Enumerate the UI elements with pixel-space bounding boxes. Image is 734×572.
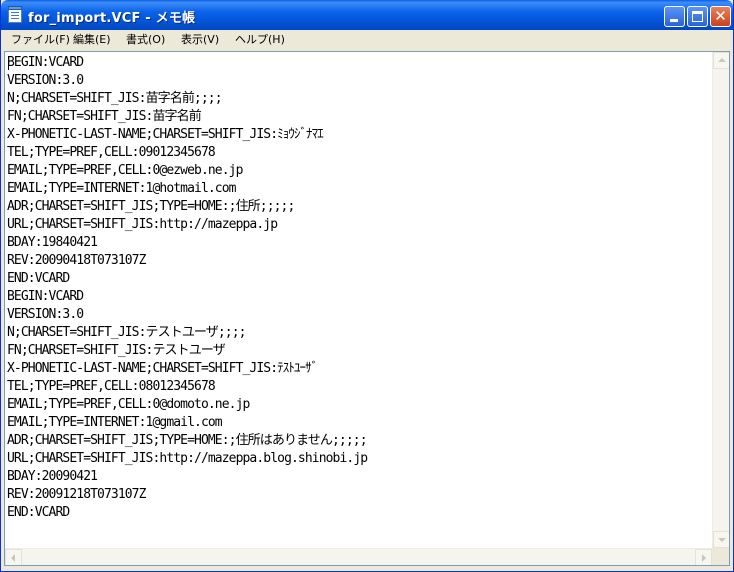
text-content[interactable]: BEGIN:VCARD VERSION:3.0 N;CHARSET=SHIFT_…	[7, 54, 713, 548]
text-line: BEGIN:VCARD	[7, 55, 84, 70]
text-line: TEL;TYPE=PREF,CELL:08012345678	[7, 379, 216, 394]
arrow-left-icon	[11, 554, 15, 562]
text-line: BEGIN:VCARD	[7, 289, 84, 304]
text-line: URL;CHARSET=SHIFT_JIS:http://mazeppa.blo…	[7, 451, 368, 466]
text-line: ADR;CHARSET=SHIFT_JIS;TYPE=HOME:;住所;;;;;	[7, 199, 295, 214]
text-line: END:VCARD	[7, 271, 70, 286]
close-button[interactable]: ✕	[710, 6, 731, 27]
scroll-up-button[interactable]	[713, 52, 729, 69]
text-line: EMAIL;TYPE=PREF,CELL:0@ezweb.ne.jp	[7, 163, 243, 178]
menu-help[interactable]: ヘルプ(H)	[235, 32, 285, 47]
title-bar[interactable]: for_import.VCF - メモ帳 ✕	[1, 0, 733, 30]
menu-file[interactable]: ファイル(F)	[11, 32, 70, 47]
text-line: EMAIL;TYPE=PREF,CELL:0@domoto.ne.jp	[7, 397, 250, 412]
menu-bar: ファイル(F) 編集(E) 書式(O) 表示(V) ヘルプ(H)	[1, 30, 733, 50]
scroll-right-button[interactable]	[695, 549, 712, 565]
arrow-right-icon	[702, 554, 706, 562]
scroll-left-button[interactable]	[5, 549, 22, 565]
scroll-down-button[interactable]	[713, 531, 729, 548]
text-line: EMAIL;TYPE=INTERNET:1@gmail.com	[7, 415, 223, 430]
text-line: FN;CHARSET=SHIFT_JIS:テストユーザ	[7, 343, 226, 358]
text-line: REV:20091218T073107Z	[7, 487, 146, 502]
menu-view[interactable]: 表示(V)	[181, 32, 219, 47]
text-line: TEL;TYPE=PREF,CELL:09012345678	[7, 145, 216, 160]
text-line: N;CHARSET=SHIFT_JIS:苗字名前;;;;	[7, 91, 223, 106]
menu-format[interactable]: 書式(O)	[126, 32, 165, 47]
minimize-button[interactable]	[664, 6, 685, 27]
text-line: REV:20090418T073107Z	[7, 253, 146, 268]
text-line: X-PHONETIC-LAST-NAME;CHARSET=SHIFT_JIS:ﾃ…	[7, 361, 318, 376]
text-line: X-PHONETIC-LAST-NAME;CHARSET=SHIFT_JIS:ﾐ…	[7, 127, 324, 142]
text-line: ADR;CHARSET=SHIFT_JIS;TYPE=HOME:;住所はありませ…	[7, 433, 368, 448]
scrollbar-corner	[712, 548, 729, 565]
text-line: N;CHARSET=SHIFT_JIS:テストユーザ;;;;	[7, 325, 246, 340]
text-line: END:VCARD	[7, 505, 70, 520]
window-title: for_import.VCF - メモ帳	[28, 11, 196, 26]
menu-edit[interactable]: 編集(E)	[73, 32, 111, 47]
minimize-icon	[670, 19, 678, 22]
arrow-down-icon	[718, 538, 726, 542]
maximize-icon	[692, 11, 703, 22]
vertical-scrollbar[interactable]	[712, 52, 729, 548]
text-editor[interactable]: BEGIN:VCARD VERSION:3.0 N;CHARSET=SHIFT_…	[4, 51, 730, 566]
text-line: VERSION:3.0	[7, 307, 84, 322]
text-line: BDAY:19840421	[7, 235, 98, 250]
text-line: EMAIL;TYPE=INTERNET:1@hotmail.com	[7, 181, 236, 196]
maximize-button[interactable]	[687, 6, 708, 27]
text-line: FN;CHARSET=SHIFT_JIS:苗字名前	[7, 109, 202, 124]
notepad-window: for_import.VCF - メモ帳 ✕ ファイル(F) 編集(E) 書式(…	[0, 0, 734, 572]
text-line: BDAY:20090421	[7, 469, 98, 484]
text-line: URL;CHARSET=SHIFT_JIS:http://mazeppa.jp	[7, 217, 278, 232]
notepad-icon[interactable]	[8, 6, 22, 23]
arrow-up-icon	[718, 58, 726, 62]
horizontal-scrollbar[interactable]	[5, 548, 712, 565]
close-icon: ✕	[714, 7, 727, 25]
text-caret	[8, 56, 9, 70]
text-line: VERSION:3.0	[7, 73, 84, 88]
